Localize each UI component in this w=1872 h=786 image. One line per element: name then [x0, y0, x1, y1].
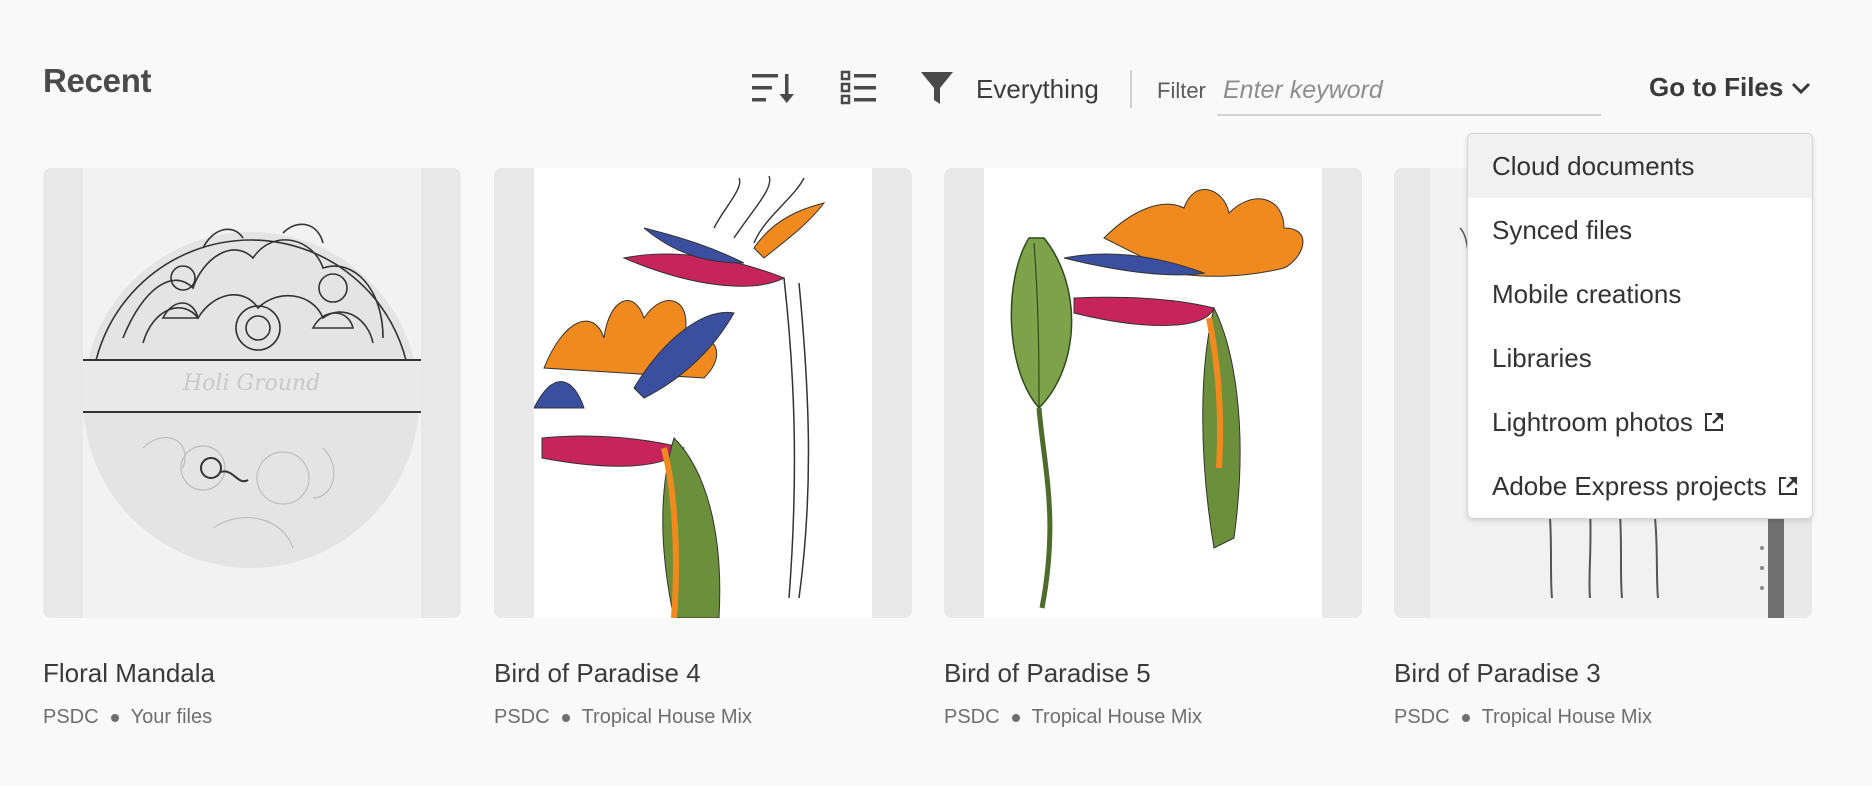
menu-item-label: Synced files — [1492, 215, 1633, 245]
file-thumbnail[interactable] — [494, 168, 912, 618]
file-type: PSDC — [1394, 706, 1450, 728]
filter-label: Filter — [1157, 78, 1206, 103]
menu-item-synced-files[interactable]: Synced files — [1468, 198, 1812, 262]
file-meta: PSDC Tropical House Mix — [1394, 706, 1652, 729]
chevron-down-icon — [1792, 82, 1811, 94]
menu-item-lightroom-photos[interactable]: Lightroom photos — [1468, 390, 1812, 454]
file-thumbnail[interactable] — [944, 168, 1362, 618]
floral-mandala-artwork: Holi Ground — [83, 223, 421, 568]
file-thumbnail[interactable]: Holi Ground — [43, 168, 461, 618]
file-title[interactable]: Bird of Paradise 4 — [494, 658, 701, 689]
filter-keyword-input[interactable] — [1217, 66, 1601, 116]
file-type: PSDC — [43, 706, 99, 728]
file-title[interactable]: Floral Mandala — [43, 658, 215, 689]
file-location: Tropical House Mix — [581, 706, 752, 728]
menu-item-label: Lightroom photos — [1492, 407, 1693, 437]
menu-item-adobe-express-projects[interactable]: Adobe Express projects — [1468, 454, 1812, 518]
menu-item-label: Mobile creations — [1492, 279, 1682, 309]
file-location: Tropical House Mix — [1481, 706, 1652, 728]
file-type: PSDC — [494, 706, 550, 728]
file-meta: PSDC Tropical House Mix — [494, 706, 752, 729]
separator-dot — [1461, 713, 1470, 722]
menu-item-label: Cloud documents — [1492, 151, 1695, 181]
file-meta: PSDC Your files — [43, 706, 212, 729]
file-location: Tropical House Mix — [1031, 706, 1202, 728]
external-link-icon — [1704, 413, 1723, 431]
toolbar-divider — [1130, 70, 1132, 108]
list-view-icon — [840, 70, 876, 105]
view-toggle-button[interactable] — [840, 70, 886, 110]
page-title: Recent — [43, 62, 152, 99]
svg-text:Holi Ground: Holi Ground — [182, 371, 320, 396]
separator-dot — [561, 713, 570, 722]
go-to-files-menu: Cloud documents Synced files Mobile crea… — [1467, 133, 1813, 519]
filter-funnel-icon — [921, 72, 953, 104]
file-meta: PSDC Tropical House Mix — [944, 706, 1202, 729]
file-card[interactable]: Bird of Paradise 5 PSDC Tropical House M… — [944, 168, 1362, 728]
file-location: Your files — [130, 706, 213, 728]
bird-of-paradise-artwork — [1010, 189, 1304, 609]
menu-item-libraries[interactable]: Libraries — [1468, 326, 1812, 390]
filter-scope-label[interactable]: Everything — [976, 74, 1099, 105]
menu-item-cloud-documents[interactable]: Cloud documents — [1468, 134, 1812, 198]
file-title[interactable]: Bird of Paradise 3 — [1394, 658, 1601, 689]
file-type: PSDC — [944, 706, 1000, 728]
menu-item-mobile-creations[interactable]: Mobile creations — [1468, 262, 1812, 326]
menu-item-label: Adobe Express projects — [1492, 471, 1767, 501]
file-card[interactable]: Bird of Paradise 4 PSDC Tropical House M… — [494, 168, 912, 728]
filter-scope-button[interactable] — [920, 70, 960, 110]
separator-dot — [1011, 713, 1020, 722]
go-to-files-label: Go to Files — [1649, 72, 1784, 102]
menu-item-label: Libraries — [1492, 343, 1592, 373]
file-card[interactable]: Holi Ground Floral Mandala PSDC Your fil… — [43, 168, 461, 728]
go-to-files-button[interactable]: Go to Files — [1649, 72, 1811, 103]
sort-icon — [752, 74, 794, 103]
sort-button[interactable] — [750, 70, 796, 110]
external-link-icon — [1778, 477, 1797, 495]
file-title[interactable]: Bird of Paradise 5 — [944, 658, 1151, 689]
separator-dot — [110, 713, 119, 722]
bird-of-paradise-artwork — [533, 175, 826, 618]
